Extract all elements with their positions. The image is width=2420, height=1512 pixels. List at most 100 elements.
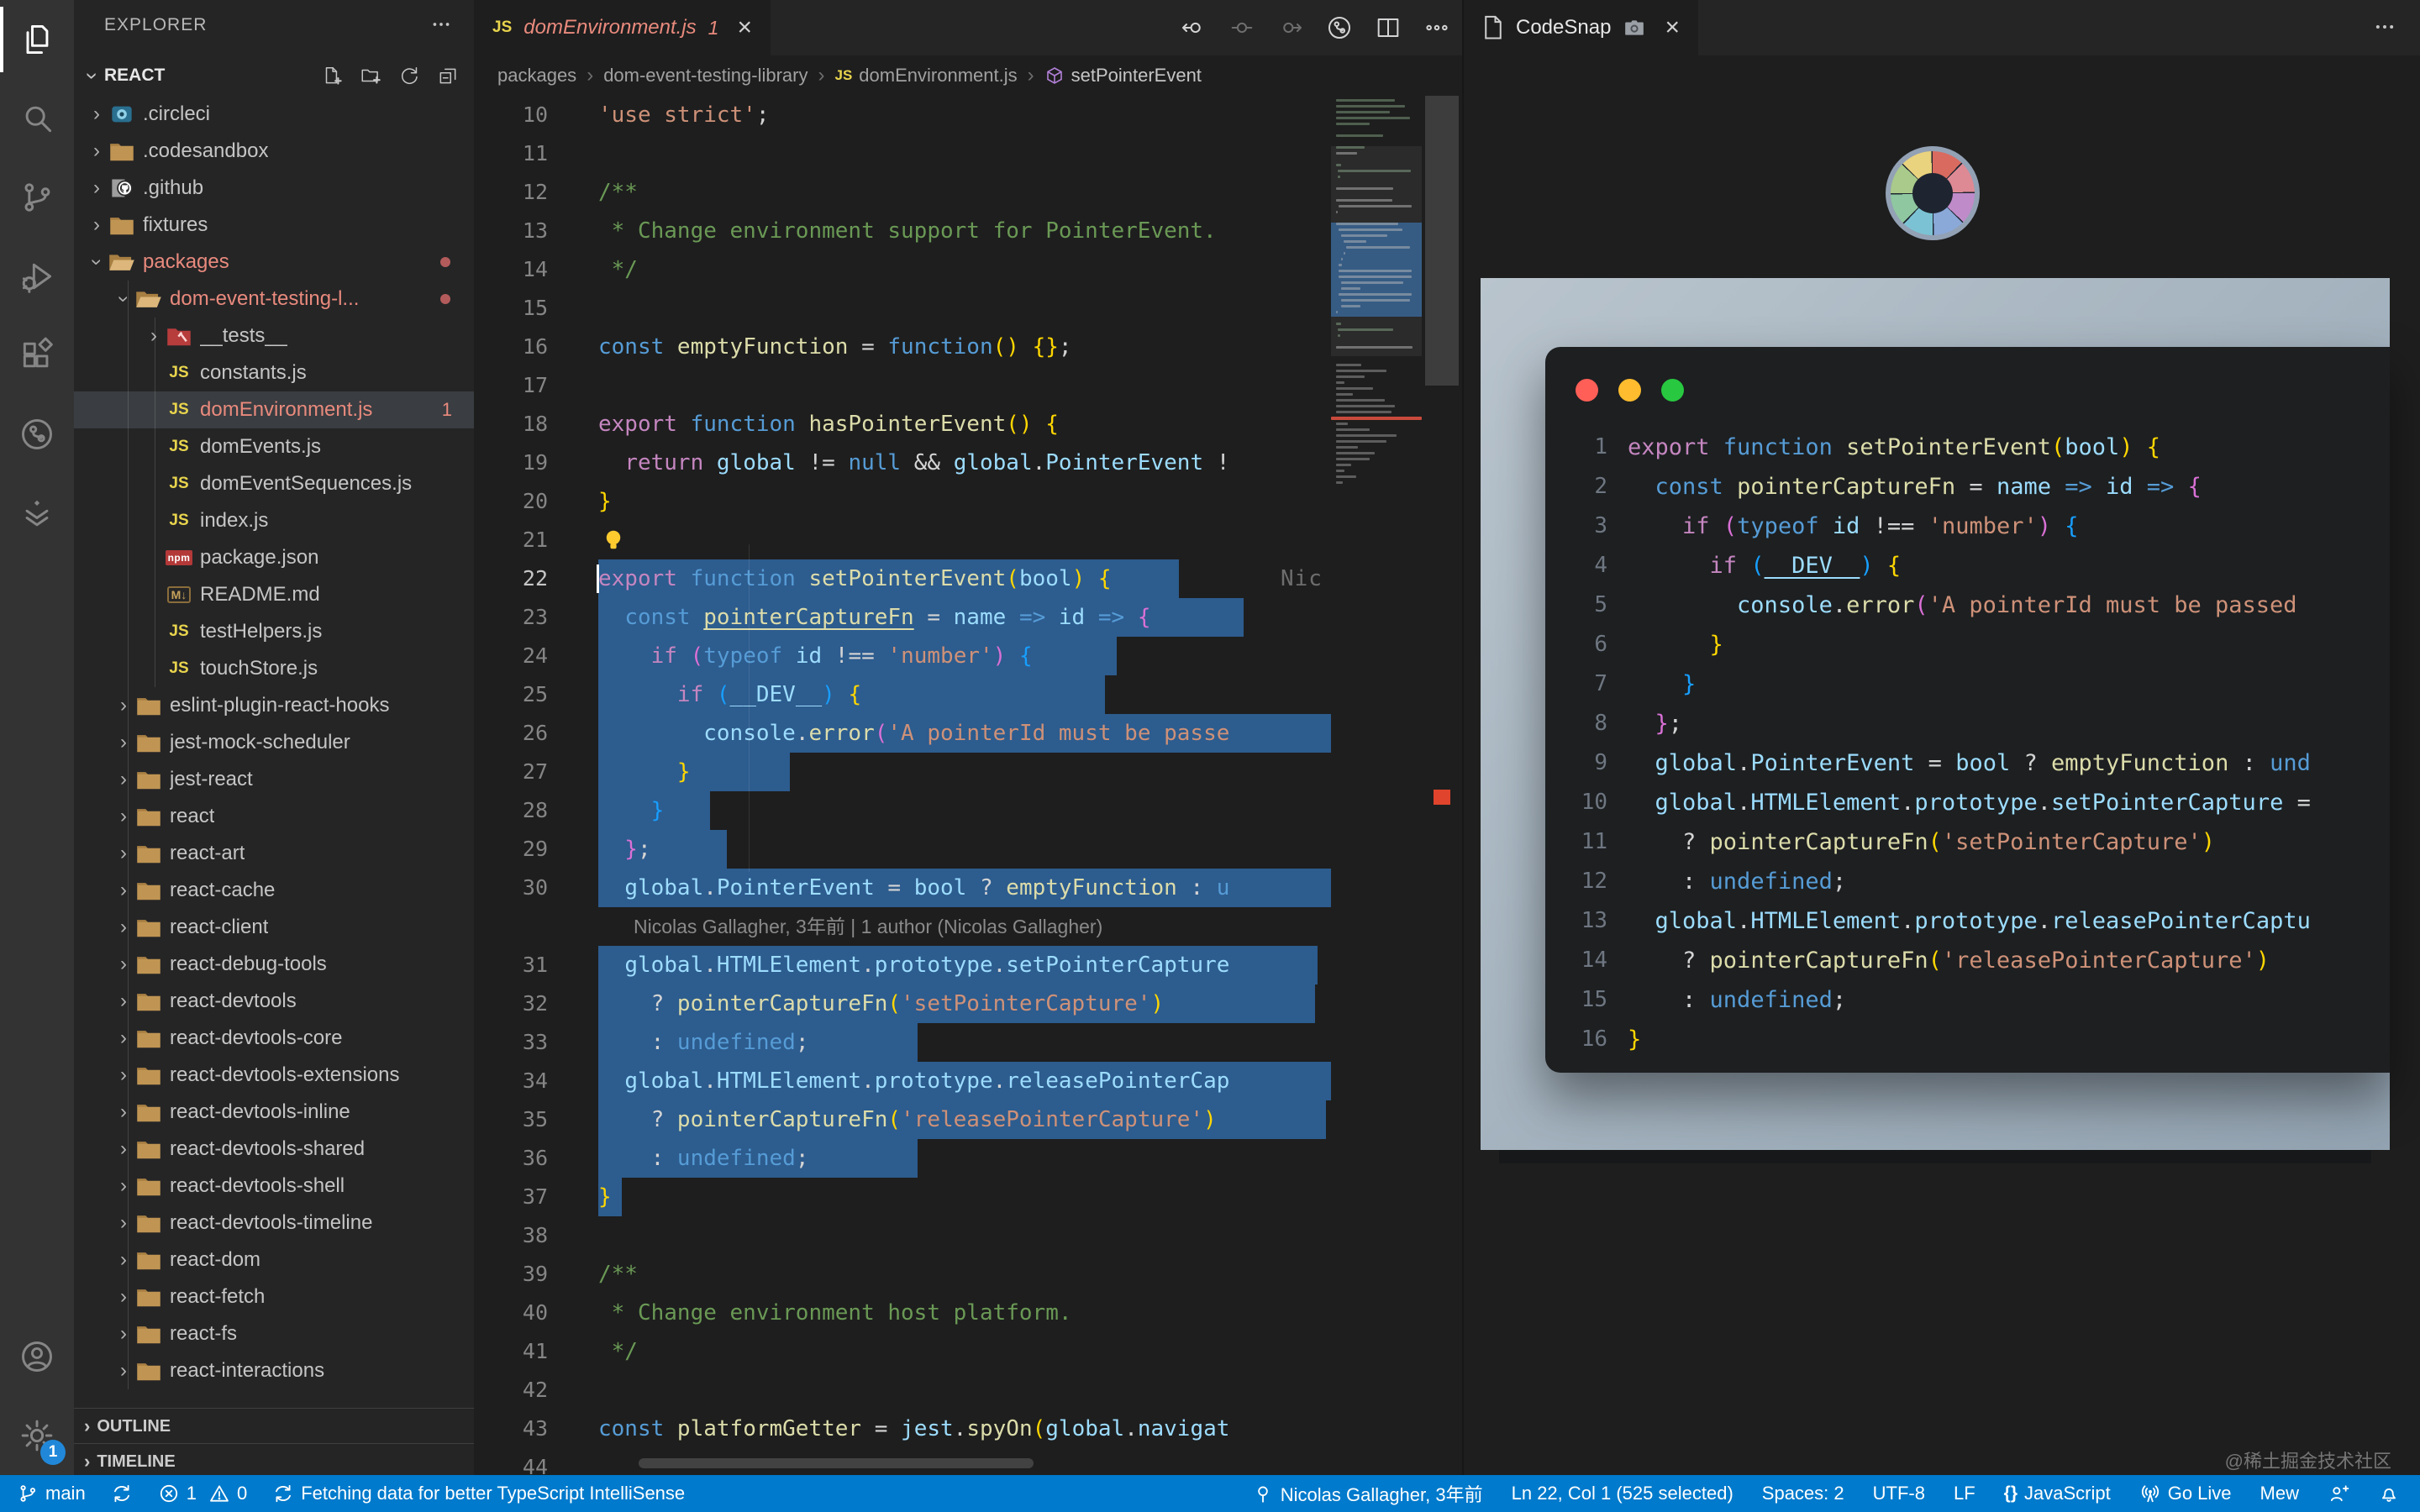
code-line-13[interactable]: 13 * Change environment support for Poin…	[474, 212, 1331, 250]
tree-item--tests-[interactable]: ›__tests__	[74, 318, 474, 354]
code-line-24[interactable]: 24 if (typeof id !== 'number') {	[474, 637, 1331, 675]
code-line-18[interactable]: 18export function hasPointerEvent() {	[474, 405, 1331, 444]
tree-item-react-art[interactable]: ›react-art	[74, 835, 474, 872]
tab-codesnap[interactable]: CodeSnap ×	[1464, 0, 1698, 55]
tree-item-testhelpers-js[interactable]: JStestHelpers.js	[74, 613, 474, 650]
close-icon[interactable]: ×	[737, 15, 752, 40]
status-item-utf8[interactable]: UTF-8	[1873, 1483, 1925, 1504]
minimap-viewport[interactable]	[1331, 146, 1422, 356]
code-line-25[interactable]: 25 if (__DEV__) {	[474, 675, 1331, 714]
tree-item-react-fs[interactable]: ›react-fs	[74, 1315, 474, 1352]
status-item-sync[interactable]	[111, 1483, 133, 1504]
activity-item-search[interactable]	[0, 79, 74, 158]
activity-item-gitlens[interactable]	[0, 395, 74, 474]
tree-item-react-cache[interactable]: ›react-cache	[74, 872, 474, 909]
code-line-23[interactable]: 23 const pointerCaptureFn = name => id =…	[474, 598, 1331, 637]
code-line-17[interactable]: 17	[474, 366, 1331, 405]
code-line-27[interactable]: 27 }	[474, 753, 1331, 791]
tree-item-react-client[interactable]: ›react-client	[74, 909, 474, 946]
tree-item-react-devtools-core[interactable]: ›react-devtools-core	[74, 1020, 474, 1057]
code-line-36[interactable]: 36 : undefined;	[474, 1139, 1331, 1178]
code-line-26[interactable]: 26 console.error('A pointerId must be pa…	[474, 714, 1331, 753]
tree-item--github[interactable]: ›.github	[74, 170, 474, 207]
tree-item-react-devtools-timeline[interactable]: ›react-devtools-timeline	[74, 1205, 474, 1242]
activity-item-explorer[interactable]	[0, 0, 74, 79]
tree-item-react-devtools-inline[interactable]: ›react-devtools-inline	[74, 1094, 474, 1131]
status-item-ln[interactable]: Ln 22, Col 1 (525 selected)	[1512, 1483, 1733, 1504]
code-line-12[interactable]: 12/**	[474, 173, 1331, 212]
status-item-main[interactable]: main	[17, 1483, 86, 1504]
minimap[interactable]	[1331, 96, 1422, 1475]
tree-item-domevents-js[interactable]: JSdomEvents.js	[74, 428, 474, 465]
code-line-41[interactable]: 41 */	[474, 1332, 1331, 1371]
code-line-28[interactable]: 28 }	[474, 791, 1331, 830]
status-item-spaces[interactable]: Spaces: 2	[1762, 1483, 1844, 1504]
code-line-32[interactable]: 32 ? pointerCaptureFn('setPointerCapture…	[474, 984, 1331, 1023]
activity-item-live-server[interactable]	[0, 474, 74, 553]
tab-domenvironment[interactable]: JS domEnvironment.js 1 ×	[474, 0, 771, 55]
tree-item-fixtures[interactable]: ›fixtures	[74, 207, 474, 244]
timeline-panel-header[interactable]: › TIMELINE	[74, 1443, 474, 1475]
tree-item-react-interactions[interactable]: ›react-interactions	[74, 1352, 474, 1389]
code-line-35[interactable]: 35 ? pointerCaptureFn('releasePointerCap…	[474, 1100, 1331, 1139]
code-line-15[interactable]: 15	[474, 289, 1331, 328]
tree-item-react[interactable]: ›react	[74, 798, 474, 835]
collapse-all-icon[interactable]	[437, 65, 459, 87]
tree-item-react-fetch[interactable]: ›react-fetch	[74, 1278, 474, 1315]
code-line-29[interactable]: 29 };	[474, 830, 1331, 869]
tree-item-eslint-plugin-react-hooks[interactable]: ›eslint-plugin-react-hooks	[74, 687, 474, 724]
breadcrumb-setpointerevent[interactable]: setPointerEvent	[1044, 65, 1202, 87]
tree-item-react-devtools-shared[interactable]: ›react-devtools-shared	[74, 1131, 474, 1168]
tree-item-readme-md[interactable]: M↓README.md	[74, 576, 474, 613]
section-header-react[interactable]: › REACT	[74, 55, 474, 96]
tree-item-index-js[interactable]: JSindex.js	[74, 502, 474, 539]
tree-item-touchstore-js[interactable]: JStouchStore.js	[74, 650, 474, 687]
status-item-feedback[interactable]	[2328, 1483, 2349, 1504]
next-change-icon[interactable]	[1277, 14, 1304, 41]
tree-item-react-debug-tools[interactable]: ›react-debug-tools	[74, 946, 474, 983]
status-item-mew[interactable]: Mew	[2260, 1483, 2299, 1504]
new-file-icon[interactable]	[321, 65, 343, 87]
tree-item-jest-react[interactable]: ›jest-react	[74, 761, 474, 798]
tree-item-domenvironment-js[interactable]: JSdomEnvironment.js1	[74, 391, 474, 428]
code-line-21[interactable]: 21	[474, 521, 1331, 559]
activity-item-accounts[interactable]	[0, 1317, 74, 1396]
tree-item-package-json[interactable]: npmpackage.json	[74, 539, 474, 576]
lightbulb-icon[interactable]	[598, 525, 629, 555]
tree-item-react-dom[interactable]: ›react-dom	[74, 1242, 474, 1278]
close-icon[interactable]: ×	[1665, 15, 1680, 40]
code-line-16[interactable]: 16const emptyFunction = function() {};	[474, 328, 1331, 366]
ellipsis-icon[interactable]	[2373, 15, 2396, 39]
code-line-20[interactable]: 20}	[474, 482, 1331, 521]
horizontal-scrollbar[interactable]	[639, 1458, 1034, 1468]
code-line-10[interactable]: 10'use strict';	[474, 96, 1331, 134]
activity-item-source-control[interactable]	[0, 158, 74, 237]
tree-item-domeventsequences-js[interactable]: JSdomEventSequences.js	[74, 465, 474, 502]
tree-item-dom-event-testing-l-[interactable]: ›dom-event-testing-l...	[74, 281, 474, 318]
breadcrumb-dom-event-testing-library[interactable]: dom-event-testing-library	[603, 65, 808, 87]
status-item-1[interactable]: 10	[158, 1483, 248, 1504]
code-editor[interactable]: 10'use strict';1112/**13 * Change enviro…	[474, 96, 1331, 1475]
code-line-43[interactable]: 43const platformGetter = jest.spyOn(glob…	[474, 1410, 1331, 1448]
code-line-31[interactable]: 31 global.HTMLElement.prototype.setPoint…	[474, 946, 1331, 984]
code-line-11[interactable]: 11	[474, 134, 1331, 173]
snapshot-preview[interactable]: 1export function setPointerEvent(bool) {…	[1481, 278, 2390, 1150]
tree-item-constants-js[interactable]: JSconstants.js	[74, 354, 474, 391]
status-item-nicolas[interactable]: Nicolas Gallagher, 3年前	[1252, 1480, 1483, 1507]
ellipsis-icon[interactable]	[430, 13, 452, 35]
activity-item-extensions[interactable]	[0, 316, 74, 395]
new-folder-icon[interactable]	[360, 65, 381, 87]
tree-item-react-devtools-extensions[interactable]: ›react-devtools-extensions	[74, 1057, 474, 1094]
code-line-38[interactable]: 38	[474, 1216, 1331, 1255]
code-line-42[interactable]: 42	[474, 1371, 1331, 1410]
code-line-19[interactable]: 19 return global != null && global.Point…	[474, 444, 1331, 482]
more-icon[interactable]	[1423, 14, 1450, 41]
prev-change-icon[interactable]	[1180, 14, 1207, 41]
scrollbar-thumb[interactable]	[1425, 96, 1459, 386]
status-item-fetching[interactable]: Fetching data for better TypeScript Inte…	[272, 1483, 685, 1504]
code-line-14[interactable]: 14 */	[474, 250, 1331, 289]
code-line-22[interactable]: 22export function setPointerEvent(bool) …	[474, 559, 1331, 598]
tree-item-packages[interactable]: ›packages	[74, 244, 474, 281]
overview-ruler[interactable]	[1422, 96, 1462, 1475]
code-line-30[interactable]: 30 global.PointerEvent = bool ? emptyFun…	[474, 869, 1331, 907]
